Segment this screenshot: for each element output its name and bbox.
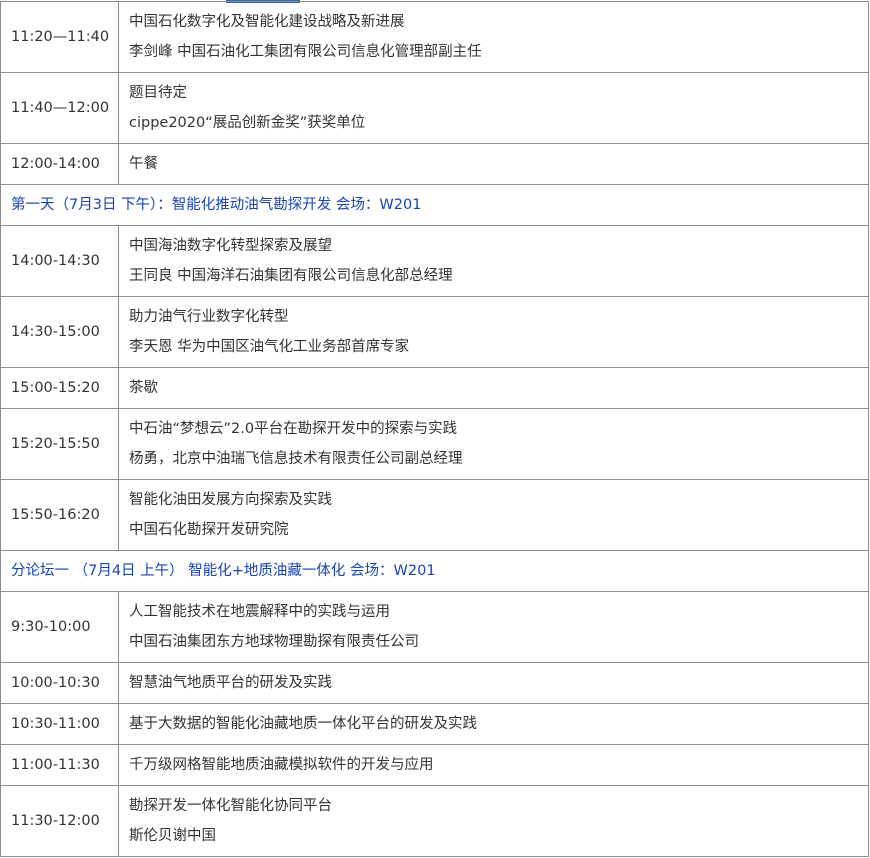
- session-speaker: 王同良 中国海洋石油集团有限公司信息化部总经理: [129, 268, 453, 284]
- session-speaker: 中国石油集团东方地球物理勘探有限责任公司: [129, 634, 419, 650]
- agenda-row: 12:00-14:00 午餐: [0, 143, 869, 185]
- agenda-table: 11:20—11:40 中国石化数字化及智能化建设战略及新进展 李剑峰 中国石油…: [0, 1, 869, 857]
- agenda-row: 14:30-15:00 助力油气行业数字化转型 李天恩 华为中国区油气化工业务部…: [0, 296, 869, 368]
- agenda-row: 15:20-15:50 中石油“梦想云”2.0平台在勘探开发中的探索与实践 杨勇…: [0, 408, 869, 480]
- agenda-row: 11:00-11:30 千万级网格智能地质油藏模拟软件的开发与应用: [0, 744, 869, 786]
- agenda-row: 11:40—12:00 题目待定 cippe2020“展品创新金奖”获奖单位: [0, 72, 869, 144]
- agenda-row: 15:50-16:20 智能化油田发展方向探索及实践 中国石化勘探开发研究院: [0, 479, 869, 551]
- session-title: 勘探开发一体化智能化协同平台: [129, 798, 332, 814]
- session-details: 中国石化数字化及智能化建设战略及新进展 李剑峰 中国石油化工集团有限公司信息化管…: [118, 1, 869, 73]
- session-time: 14:30-15:00: [0, 296, 119, 368]
- session-title: 午餐: [118, 143, 869, 185]
- session-time: 11:00-11:30: [0, 744, 119, 786]
- session-title: 茶歇: [118, 367, 869, 409]
- session-time: 12:00-14:00: [0, 143, 119, 185]
- session-details: 题目待定 cippe2020“展品创新金奖”获奖单位: [118, 72, 869, 144]
- session-time: 15:20-15:50: [0, 408, 119, 480]
- session-time: 10:30-11:00: [0, 703, 119, 745]
- session-time: 11:30-12:00: [0, 785, 119, 857]
- session-speaker: 李天恩 华为中国区油气化工业务部首席专家: [129, 339, 410, 355]
- session-speaker: 李剑峰 中国石油化工集团有限公司信息化管理部副主任: [129, 44, 482, 60]
- session-speaker: 中国石化勘探开发研究院: [129, 522, 289, 538]
- session-speaker: 斯伦贝谢中国: [129, 828, 216, 844]
- agenda-row: 15:00-15:20 茶歇: [0, 367, 869, 409]
- session-details: 中国海油数字化转型探索及展望 王同良 中国海洋石油集团有限公司信息化部总经理: [118, 225, 869, 297]
- session-time: 15:50-16:20: [0, 479, 119, 551]
- session-details: 勘探开发一体化智能化协同平台 斯伦贝谢中国: [118, 785, 869, 857]
- session-time: 15:00-15:20: [0, 367, 119, 409]
- session-time: 11:20—11:40: [0, 1, 119, 73]
- section-header-row: 第一天（7月3日 下午）：智能化推动油气勘探开发 会场：W201: [0, 184, 869, 226]
- session-details: 助力油气行业数字化转型 李天恩 华为中国区油气化工业务部首席专家: [118, 296, 869, 368]
- section-header-row: 分论坛一 （7月4日 上午） 智能化+地质油藏一体化 会场：W201: [0, 550, 869, 592]
- session-details: 中石油“梦想云”2.0平台在勘探开发中的探索与实践 杨勇，北京中油瑞飞信息技术有…: [118, 408, 869, 480]
- session-title: 中国海油数字化转型探索及展望: [129, 238, 332, 254]
- section-header: 第一天（7月3日 下午）：智能化推动油气勘探开发 会场：W201: [0, 184, 869, 226]
- agenda-row: 11:30-12:00 勘探开发一体化智能化协同平台 斯伦贝谢中国: [0, 785, 869, 857]
- session-title: 中石油“梦想云”2.0平台在勘探开发中的探索与实践: [129, 421, 458, 437]
- session-time: 9:30-10:00: [0, 591, 119, 663]
- agenda-body: 11:20—11:40 中国石化数字化及智能化建设战略及新进展 李剑峰 中国石油…: [0, 1, 869, 857]
- session-time: 10:00-10:30: [0, 662, 119, 704]
- agenda-row: 11:20—11:40 中国石化数字化及智能化建设战略及新进展 李剑峰 中国石油…: [0, 1, 869, 73]
- session-speaker: 杨勇，北京中油瑞飞信息技术有限责任公司副总经理: [129, 451, 463, 467]
- agenda-row: 14:00-14:30 中国海油数字化转型探索及展望 王同良 中国海洋石油集团有…: [0, 225, 869, 297]
- agenda-row: 9:30-10:00 人工智能技术在地震解释中的实践与运用 中国石油集团东方地球…: [0, 591, 869, 663]
- session-details: 智能化油田发展方向探索及实践 中国石化勘探开发研究院: [118, 479, 869, 551]
- session-title: 千万级网格智能地质油藏模拟软件的开发与应用: [118, 744, 869, 786]
- session-title: 题目待定: [129, 85, 187, 101]
- session-title: 智能化油田发展方向探索及实践: [129, 492, 332, 508]
- agenda-row: 10:00-10:30 智慧油气地质平台的研发及实践: [0, 662, 869, 704]
- agenda-row: 10:30-11:00 基于大数据的智能化油藏地质一体化平台的研发及实践: [0, 703, 869, 745]
- session-title: 助力油气行业数字化转型: [129, 309, 289, 325]
- session-speaker: cippe2020“展品创新金奖”获奖单位: [129, 115, 366, 131]
- session-details: 人工智能技术在地震解释中的实践与运用 中国石油集团东方地球物理勘探有限责任公司: [118, 591, 869, 663]
- session-title: 基于大数据的智能化油藏地质一体化平台的研发及实践: [118, 703, 869, 745]
- session-title: 人工智能技术在地震解释中的实践与运用: [129, 604, 390, 620]
- section-header: 分论坛一 （7月4日 上午） 智能化+地质油藏一体化 会场：W201: [0, 550, 869, 592]
- session-title: 中国石化数字化及智能化建设战略及新进展: [129, 14, 405, 30]
- session-time: 14:00-14:30: [0, 225, 119, 297]
- session-title: 智慧油气地质平台的研发及实践: [118, 662, 869, 704]
- session-time: 11:40—12:00: [0, 72, 119, 144]
